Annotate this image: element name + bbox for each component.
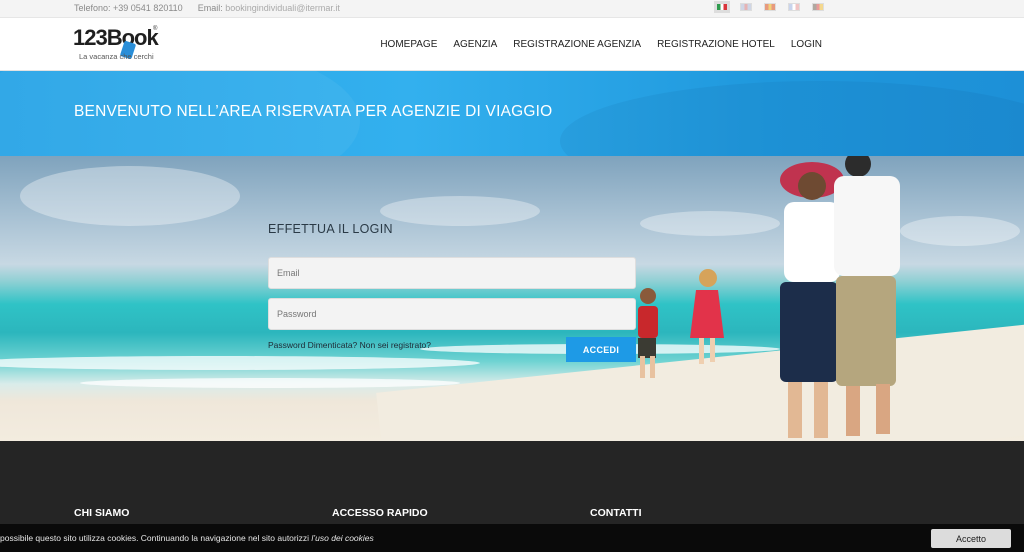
wave-shape — [0, 356, 480, 370]
main-nav: HOMEPAGE AGENZIA REGISTRAZIONE AGENZIA R… — [380, 39, 822, 50]
cookie-message: possibile questo sito utilizza cookies. … — [0, 533, 374, 543]
accept-cookies-button[interactable]: Accetto — [931, 529, 1011, 548]
wave-shape — [80, 378, 460, 388]
cookie-policy-link[interactable]: l’uso dei cookies — [311, 533, 373, 543]
flag-it-icon[interactable] — [714, 1, 730, 13]
nav-registrazione-hotel[interactable]: REGISTRAZIONE HOTEL — [657, 39, 775, 50]
nav-agenzia[interactable]: AGENZIA — [453, 39, 497, 50]
nav-registrazione-agenzia[interactable]: REGISTRAZIONE AGENZIA — [513, 39, 641, 50]
flag-de-icon[interactable] — [812, 3, 824, 11]
flag-es-icon[interactable] — [764, 3, 776, 11]
flag-fr-icon[interactable] — [788, 3, 800, 11]
logo-text: 123Book — [73, 25, 159, 50]
login-button[interactable]: ACCEDI — [566, 337, 636, 362]
register-link[interactable]: Non sei registrato? — [360, 340, 431, 350]
hero-beach-image: EFFETTUA IL LOGIN Password Dimenticata? … — [0, 156, 1024, 441]
footer-quick-access-title: ACCESSO RAPIDO — [332, 507, 428, 519]
registered-mark: ® — [153, 26, 158, 32]
cookie-text: possibile questo sito utilizza cookies. … — [0, 533, 310, 543]
page-title: BENVENUTO NELL’AREA RISERVATA PER AGENZI… — [74, 103, 553, 120]
footer-contacts-title: CONTATTI — [590, 507, 642, 519]
flag-en-icon[interactable] — [740, 3, 752, 11]
contact-info: Telefono: +39 0541 820110 Email: booking… — [74, 3, 340, 13]
footer-about-title: CHI SIAMO — [74, 507, 130, 519]
banner-texture — [560, 81, 1024, 156]
email-label: Email: — [197, 3, 223, 13]
page-banner: BENVENUTO NELL’AREA RISERVATA PER AGENZI… — [0, 71, 1024, 156]
nav-homepage[interactable]: HOMEPAGE — [380, 39, 437, 50]
language-selector — [714, 1, 824, 13]
couple-figures — [780, 156, 900, 438]
login-title: EFFETTUA IL LOGIN — [268, 222, 393, 236]
password-field[interactable] — [268, 298, 636, 330]
forgot-password-link[interactable]: Password Dimenticata? — [268, 340, 357, 350]
logo[interactable]: 123Book ® La vacanza che cerchi — [73, 24, 163, 66]
email-field[interactable] — [268, 257, 636, 289]
cloud-shape — [380, 196, 540, 226]
top-utility-bar: Telefono: +39 0541 820110 Email: booking… — [0, 0, 1024, 18]
cloud-shape — [20, 166, 240, 226]
cookie-banner: possibile questo sito utilizza cookies. … — [0, 524, 1024, 552]
phone-text: Telefono: +39 0541 820110 — [74, 3, 183, 13]
nav-login[interactable]: LOGIN — [791, 39, 822, 50]
login-links: Password Dimenticata? Non sei registrato… — [268, 340, 431, 350]
site-header: 123Book ® La vacanza che cerchi HOMEPAGE… — [0, 18, 1024, 71]
logo-slogan: La vacanza che cerchi — [79, 52, 154, 61]
email-link[interactable]: bookingindividuali@itermar.it — [225, 3, 340, 13]
